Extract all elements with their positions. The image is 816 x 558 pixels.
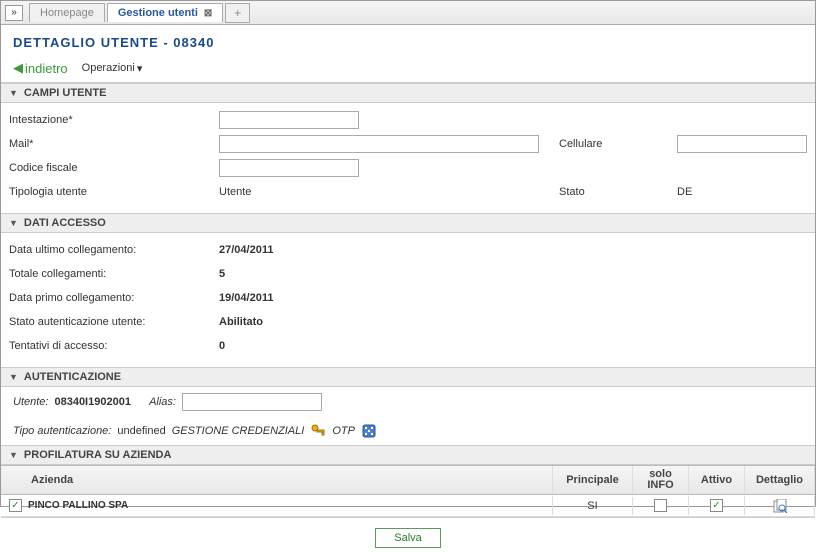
- intestazione-label: Intestazione*: [9, 114, 219, 126]
- collapse-icon: ▼: [9, 218, 18, 228]
- col-dettaglio: Dettaglio: [745, 466, 815, 494]
- intestazione-input[interactable]: [219, 111, 359, 129]
- chevron-down-icon: ▾: [137, 62, 143, 75]
- section-autenticazione[interactable]: ▼ AUTENTICAZIONE: [1, 367, 815, 387]
- codice-fiscale-input[interactable]: [219, 159, 359, 177]
- totale-value: 5: [219, 268, 225, 280]
- back-label: indietro: [25, 61, 68, 76]
- stato-value: DE: [677, 186, 807, 198]
- auth-row-1: Utente: 08340I1902001 Alias:: [1, 387, 815, 417]
- check-icon: ✓: [11, 500, 19, 511]
- mail-input[interactable]: [219, 135, 539, 153]
- alias-label: Alias:: [149, 396, 176, 408]
- utente-value: 08340I1902001: [54, 396, 130, 408]
- section-title: AUTENTICAZIONE: [24, 371, 121, 383]
- expand-tabs-button[interactable]: »: [5, 5, 23, 21]
- col-attivo: Attivo: [689, 466, 745, 494]
- codice-fiscale-label: Codice fiscale: [9, 162, 219, 174]
- dati-accesso-body: Data ultimo collegamento:27/04/2011 Tota…: [1, 233, 815, 367]
- tab-label: Homepage: [40, 7, 94, 19]
- back-button[interactable]: ◀ indietro: [13, 60, 68, 76]
- page-title: DETTAGLIO UTENTE - 08340: [1, 25, 815, 58]
- utente-label: Utente:: [13, 396, 48, 408]
- save-bar: Salva: [1, 517, 815, 558]
- operations-label: Operazioni: [82, 62, 135, 74]
- tentativi-value: 0: [219, 340, 225, 352]
- section-campi-utente[interactable]: ▼ CAMPI UTENTE: [1, 83, 815, 103]
- collapse-icon: ▼: [9, 450, 18, 460]
- col-principale: Principale: [553, 466, 633, 494]
- stato-auth-label: Stato autenticazione utente:: [9, 316, 219, 328]
- col-solo-info: solo INFO: [633, 466, 689, 494]
- tab-bar: » Homepage Gestione utenti ⊠ +: [1, 1, 815, 25]
- otp-link[interactable]: OTP: [332, 425, 355, 437]
- tipologia-value: Utente: [219, 186, 539, 198]
- keys-icon[interactable]: [310, 423, 326, 439]
- solo-info-checkbox[interactable]: [654, 499, 667, 512]
- primo-label: Data primo collegamento:: [9, 292, 219, 304]
- table-row: ✓ PINCO PALLINO SPA SI ✓: [1, 495, 815, 517]
- tab-label: Gestione utenti: [118, 7, 198, 19]
- ultimo-value: 27/04/2011: [219, 244, 273, 256]
- stato-label: Stato: [559, 186, 659, 198]
- close-icon[interactable]: ⊠: [204, 8, 212, 19]
- stato-auth-value: Abilitato: [219, 316, 263, 328]
- check-icon: ✓: [712, 500, 720, 511]
- row-checkbox[interactable]: ✓: [9, 499, 22, 512]
- auth-row-2: Tipo autenticazione: undefined GESTIONE …: [1, 417, 815, 445]
- cellulare-input[interactable]: [677, 135, 807, 153]
- principale-value: SI: [553, 497, 633, 515]
- mail-label: Mail*: [9, 138, 219, 150]
- arrow-left-icon: ◀: [13, 60, 23, 76]
- section-title: DATI ACCESSO: [24, 217, 106, 229]
- tipo-auth-label: Tipo autenticazione:: [13, 425, 111, 437]
- collapse-icon: ▼: [9, 372, 18, 382]
- cellulare-label: Cellulare: [559, 138, 659, 150]
- new-tab-button[interactable]: +: [225, 3, 250, 23]
- collapse-icon: ▼: [9, 88, 18, 98]
- tab-gestione-utenti[interactable]: Gestione utenti ⊠: [107, 3, 223, 22]
- table-header: Azienda Principale solo INFO Attivo Dett…: [1, 465, 815, 495]
- section-title: PROFILATURA SU AZIENDA: [24, 449, 171, 461]
- save-button[interactable]: Salva: [375, 528, 441, 548]
- attivo-checkbox[interactable]: ✓: [710, 499, 723, 512]
- primo-value: 19/04/2011: [219, 292, 273, 304]
- col-azienda: Azienda: [1, 466, 553, 494]
- alias-input[interactable]: [182, 393, 322, 411]
- section-dati-accesso[interactable]: ▼ DATI ACCESSO: [1, 213, 815, 233]
- detail-icon[interactable]: [773, 499, 787, 513]
- tab-homepage[interactable]: Homepage: [29, 3, 105, 22]
- ultimo-label: Data ultimo collegamento:: [9, 244, 219, 256]
- dice-icon[interactable]: [361, 423, 377, 439]
- section-title: CAMPI UTENTE: [24, 87, 107, 99]
- totale-label: Totale collegamenti:: [9, 268, 219, 280]
- tipologia-label: Tipologia utente: [9, 186, 219, 198]
- azienda-value: PINCO PALLINO SPA: [28, 500, 128, 511]
- tipo-auth-value: undefined: [117, 425, 165, 437]
- campi-utente-body: Intestazione* Mail* Cellulare Codice fis…: [1, 103, 815, 213]
- operations-menu[interactable]: Operazioni ▾: [82, 62, 143, 75]
- tentativi-label: Tentativi di accesso:: [9, 340, 219, 352]
- toolbar: ◀ indietro Operazioni ▾: [1, 58, 815, 83]
- gestione-credenziali-link[interactable]: GESTIONE CREDENZIALI: [172, 425, 305, 437]
- section-profilatura[interactable]: ▼ PROFILATURA SU AZIENDA: [1, 445, 815, 465]
